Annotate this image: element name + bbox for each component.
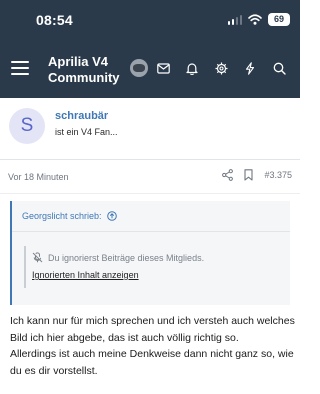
signal-icon	[228, 14, 242, 25]
bell-icon[interactable]	[184, 60, 200, 76]
ignored-content-notice: Du ignorierst Beiträge dieses Mitglieds.…	[24, 246, 282, 288]
user-title: ist ein V4 Fan...	[55, 127, 118, 137]
username-link[interactable]: schraubär	[55, 110, 108, 122]
battery-indicator: 69	[268, 12, 290, 26]
share-icon[interactable]	[222, 169, 234, 181]
quote-author: Georgslicht schrieb:	[22, 211, 102, 221]
show-ignored-content-link[interactable]: Ignorierten Inhalt anzeigen	[32, 270, 139, 280]
post-body-paragraph: Ich kann nur für mich sprechen und ich v…	[10, 315, 295, 344]
status-time: 08:54	[36, 12, 73, 28]
search-icon[interactable]	[271, 60, 287, 76]
user-avatar[interactable]: S	[9, 108, 45, 144]
post-actions: #3.375	[222, 169, 292, 181]
mute-icon	[32, 252, 43, 263]
top-bar: 08:54 69 Aprilia V4 Community	[0, 0, 300, 98]
post-body: Ich kann nur für mich sprechen und ich v…	[10, 313, 295, 379]
status-icons: 69	[228, 12, 290, 26]
post-timestamp[interactable]: Vor 18 Minuten	[8, 172, 69, 182]
menu-icon[interactable]	[11, 61, 29, 75]
arrow-up-circle-icon[interactable]	[106, 211, 117, 221]
bookmark-icon[interactable]	[244, 169, 254, 181]
mail-icon[interactable]	[155, 60, 171, 76]
gear-icon[interactable]	[213, 60, 229, 76]
ignored-notice-text: Du ignorierst Beiträge dieses Mitglieds.	[48, 252, 205, 263]
nav-bar: Aprilia V4 Community	[0, 46, 300, 98]
wifi-icon	[248, 13, 262, 25]
quote-block: Georgslicht schrieb: Du ignorierst Beitr…	[10, 201, 290, 305]
post-number[interactable]: #3.375	[264, 170, 292, 180]
quote-header[interactable]: Georgslicht schrieb:	[22, 211, 117, 221]
nav-icons	[155, 60, 287, 76]
post-body-paragraph: Allerdings ist auch meine Denkweise dann…	[10, 348, 294, 377]
quote-divider	[12, 231, 290, 232]
bolt-icon[interactable]	[242, 60, 258, 76]
post-header: S schraubär ist ein V4 Fan...	[0, 98, 300, 160]
avatar[interactable]	[130, 59, 148, 77]
app-title[interactable]: Aprilia V4 Community	[48, 54, 128, 86]
post-meta: Vor 18 Minuten #3.375	[0, 160, 300, 194]
